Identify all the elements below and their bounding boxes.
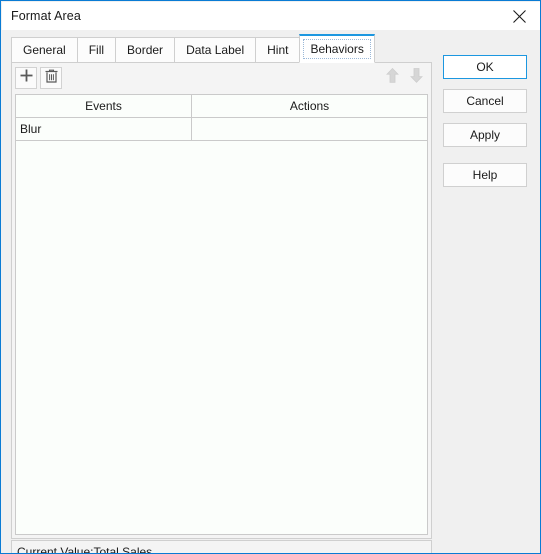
tab-data-label[interactable]: Data Label [174,37,257,63]
tab-label: Data Label [186,43,245,57]
dialog-button-column: OK Cancel Apply Help [443,55,527,197]
table-row[interactable]: Blur [16,118,427,141]
tab-label: Fill [88,43,105,57]
add-behavior-button[interactable] [15,67,37,89]
status-bar: Current Value:Total Sales [11,540,432,554]
grid-header-row: Events Actions [16,95,427,118]
cell-action[interactable] [192,118,427,140]
apply-button[interactable]: Apply [443,123,527,147]
cancel-button[interactable]: Cancel [443,89,527,113]
cell-event[interactable]: Blur [16,118,192,140]
close-button[interactable] [497,2,540,30]
close-icon [512,9,526,23]
tab-border[interactable]: Border [115,37,176,63]
column-header-actions[interactable]: Actions [192,95,427,117]
help-button[interactable]: Help [443,163,527,187]
tab-bar: General Fill Border Data Label Hint Beha… [11,34,375,63]
behaviors-panel: Events Actions Blur [11,62,432,539]
trash-icon [45,69,58,88]
move-up-button[interactable] [381,67,403,89]
tab-label: Border [127,43,164,57]
tab-hint[interactable]: Hint [255,37,301,63]
dialog-content: General Fill Border Data Label Hint Beha… [2,30,540,554]
tab-label: General [23,43,66,57]
tab-general[interactable]: General [11,37,78,63]
move-down-button[interactable] [405,67,427,89]
arrow-up-icon [385,67,399,88]
tab-label: Behaviors [310,42,364,56]
tab-label: Hint [267,43,289,57]
tab-behaviors[interactable]: Behaviors [299,34,375,63]
ok-button[interactable]: OK [443,55,527,79]
grid-toolbar [12,63,431,93]
status-text: Current Value:Total Sales [17,545,153,554]
tab-fill[interactable]: Fill [76,37,117,63]
dialog-title: Format Area [11,9,81,23]
behaviors-grid[interactable]: Events Actions Blur [15,94,428,535]
title-bar: Format Area [2,2,540,30]
format-area-dialog: Format Area General Fill Border Data Lab… [0,0,541,554]
plus-icon [20,69,33,87]
arrow-down-icon [409,68,423,88]
delete-behavior-button[interactable] [40,67,62,89]
column-header-events[interactable]: Events [16,95,192,117]
